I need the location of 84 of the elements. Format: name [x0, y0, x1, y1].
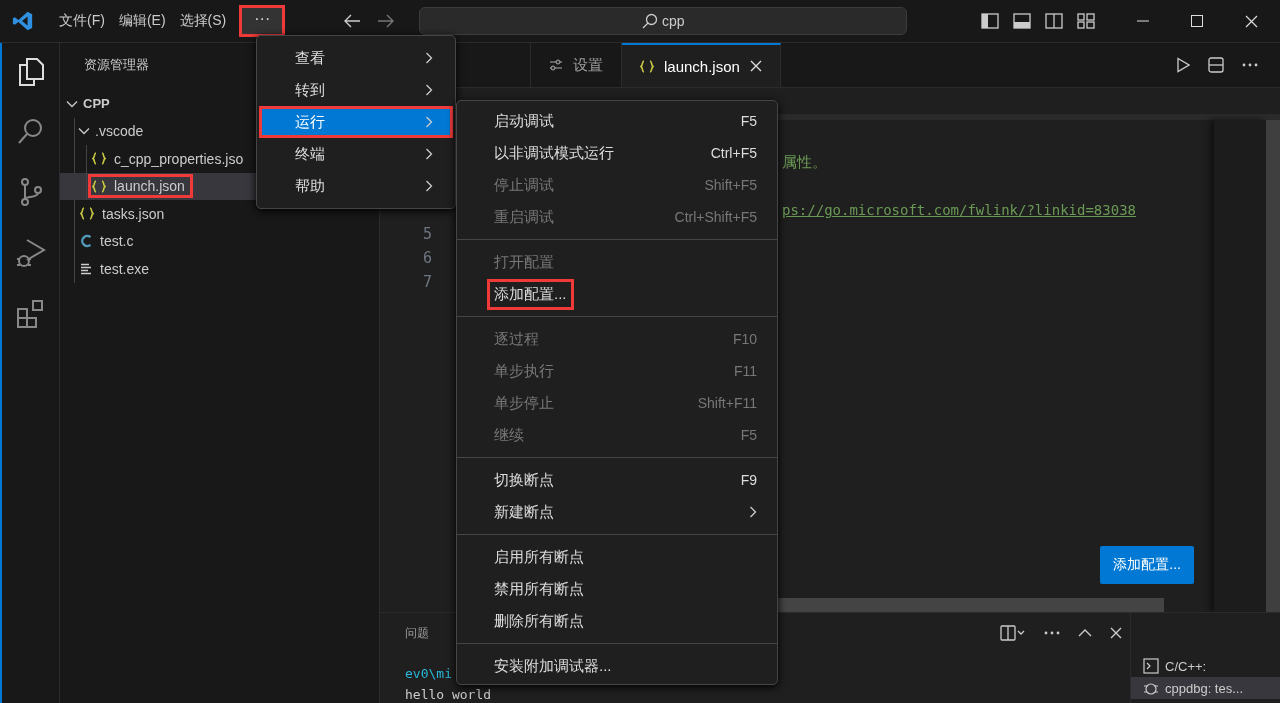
line-number: 7: [422, 273, 432, 291]
forward-arrow-icon[interactable]: [377, 14, 396, 28]
menu-item[interactable]: 启动调试: [487, 105, 561, 137]
shortcut-label: Shift+F5: [704, 177, 757, 193]
sidebar-layout-icon[interactable]: [981, 13, 999, 29]
menu-item[interactable]: 切换断点: [487, 464, 561, 496]
braces-icon: [92, 179, 106, 193]
file-item[interactable]: c_cpp_properties.jso: [88, 146, 252, 171]
search-icon: [641, 13, 658, 29]
more-icon[interactable]: [1242, 63, 1258, 67]
menu-item[interactable]: 转到: [259, 74, 453, 106]
menu-item[interactable]: 新建断点: [487, 496, 561, 528]
file-item[interactable]: tasks.json: [76, 201, 173, 226]
terminal-icon: [1143, 658, 1159, 674]
shortcut-label: F10: [732, 331, 757, 347]
shortcut-label: Shift+F11: [697, 395, 757, 411]
terminal-line: ev0\mi: [405, 665, 452, 682]
split-editor-icon[interactable]: [1208, 57, 1224, 73]
search-field[interactable]: cpp: [419, 7, 908, 35]
menu-item[interactable]: 编辑(E): [111, 8, 173, 34]
sliders-icon: [549, 59, 563, 71]
braces-icon: [92, 152, 106, 166]
back-arrow-icon[interactable]: [343, 14, 362, 28]
chevron-icon: [425, 180, 433, 192]
line-number: 6: [422, 249, 432, 267]
menu-item[interactable]: 文件(F): [52, 8, 112, 34]
shortcut-label: F11: [733, 363, 757, 379]
close-icon[interactable]: [1245, 14, 1258, 28]
braces-icon: [640, 59, 654, 73]
file-item[interactable]: test.c: [76, 229, 142, 254]
shortcut-label: F5: [740, 113, 757, 129]
chevron-icon: [425, 148, 433, 160]
menu-item[interactable]: 删除所有断点: [487, 605, 591, 637]
menu-item[interactable]: 帮助: [259, 170, 453, 202]
file-item[interactable]: test.exe: [76, 256, 158, 281]
shortcut-label: F5: [740, 427, 757, 443]
menu-item[interactable]: 禁用所有断点: [487, 573, 591, 605]
shortcut-label: Ctrl+Shift+F5: [674, 209, 757, 225]
close-icon[interactable]: [1110, 627, 1122, 639]
add-configuration-button[interactable]: 添加配置...: [1100, 546, 1194, 584]
split-panel-icon[interactable]: [1000, 625, 1026, 641]
menu-item[interactable]: 安装附加调试器...: [487, 650, 619, 682]
code-link[interactable]: ps://go.microsoft.com/fwlink/?linkid=83038: [782, 202, 1136, 218]
menu-item[interactable]: 启用所有断点: [487, 541, 591, 573]
menu-item[interactable]: 运行: [259, 106, 453, 138]
braces-icon: [80, 207, 94, 221]
chevron-icon: [425, 116, 433, 128]
line-number: 5: [422, 225, 432, 243]
code-comment: 属性。: [782, 152, 827, 172]
menu-item[interactable]: 选择(S): [172, 8, 234, 34]
menu-item[interactable]: 以非调试模式运行: [487, 137, 621, 169]
lines-icon: [80, 262, 92, 275]
split-layout-icon[interactable]: [1045, 13, 1063, 29]
chevron-icon: [425, 84, 433, 96]
more-button[interactable]: ···: [239, 5, 286, 37]
bug-icon: [1143, 680, 1159, 696]
scrollbar-thumb[interactable]: [1266, 120, 1280, 612]
files-icon[interactable]: [16, 57, 45, 87]
logo-icon: [12, 10, 34, 32]
grid-layout-icon[interactable]: [1077, 13, 1095, 29]
chevron-icon: [66, 99, 78, 108]
chevron-icon: [425, 52, 433, 64]
shortcut-label: Ctrl+F5: [710, 145, 757, 161]
c-letter-icon: [80, 234, 92, 249]
run-debug-icon[interactable]: [15, 237, 46, 269]
chevron-up-icon[interactable]: [1078, 629, 1092, 637]
menu-item[interactable]: 终端: [259, 138, 453, 170]
close-icon[interactable]: [749, 60, 762, 72]
file-item[interactable]: launch.json: [88, 174, 193, 199]
maximize-icon[interactable]: [1191, 15, 1203, 27]
menu-item[interactable]: 查看: [259, 42, 453, 74]
menu-item[interactable]: 添加配置...: [487, 278, 574, 310]
terminal-item[interactable]: cppdbg: tes...: [1131, 677, 1280, 699]
more-icon[interactable]: [1044, 631, 1060, 635]
sidebar-title: 资源管理器: [84, 56, 149, 74]
terminal-item[interactable]: C/C++:: [1131, 655, 1280, 677]
chevron-icon: [78, 127, 90, 136]
run-icon[interactable]: [1176, 57, 1190, 73]
panel-layout-icon[interactable]: [1013, 13, 1031, 29]
editor-tab[interactable]: launch.json: [622, 43, 781, 87]
extensions-icon[interactable]: [15, 299, 46, 329]
panel-tab[interactable]: 问题: [405, 624, 429, 642]
shortcut-label: F9: [740, 472, 757, 488]
terminal-line: hello world: [405, 688, 492, 701]
